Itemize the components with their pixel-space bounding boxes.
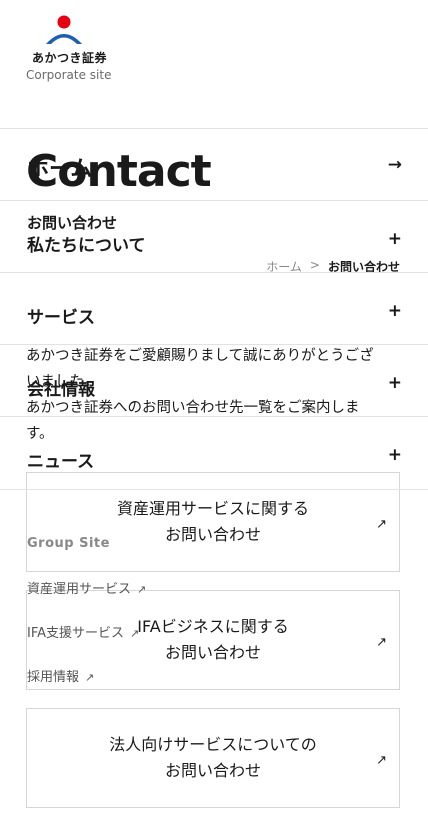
external-link-icon: ↗ [85,671,95,684]
menu-item-label: サービス [27,308,95,328]
group-link-asset-management[interactable]: 資産運用サービス ↗ [27,578,146,597]
card-subtitle: お問い合わせ [164,643,261,662]
card-title: 法人向けサービスについての [109,735,317,754]
menu-item-label: 私たちについて [27,236,146,256]
contact-card-corporate-services[interactable]: 法人向けサービスについての お問い合わせ ↗ [26,708,400,808]
card-subtitle: お問い合わせ [164,525,261,544]
external-arrow-icon: ↗ [376,517,387,532]
card-title: 資産運用サービスに関する [116,499,309,518]
menu-item-news[interactable]: ニュース + [0,416,428,488]
card-subtitle: お問い合わせ [164,761,261,780]
menu-item-label: ニュース [27,452,95,472]
menu-item-home[interactable]: ホーム → [0,128,428,200]
menu-item-about[interactable]: 私たちについて + [0,200,428,272]
group-link-ifa-support[interactable]: IFA支援サービス ↗ [27,622,139,641]
menu-item-label: 会社情報 [27,380,95,400]
plus-icon: + [387,373,402,393]
group-link-label: 資産運用サービス [27,582,132,597]
card-title: IFAビジネスに関する [137,617,289,636]
external-link-icon: ↗ [130,627,140,640]
external-arrow-icon: ↗ [376,753,387,768]
group-link-recruit[interactable]: 採用情報 ↗ [27,666,94,685]
plus-icon: + [387,445,402,465]
external-arrow-icon: ↗ [376,635,387,650]
menu-item-label: ホーム [27,157,93,182]
menu-item-company[interactable]: 会社情報 + [0,344,428,416]
external-link-icon: ↗ [137,583,147,596]
plus-icon: + [387,301,402,321]
plus-icon: + [387,229,402,249]
group-link-label: IFA支援サービス [27,626,125,641]
arrow-right-icon: → [387,155,402,175]
menu-item-services[interactable]: サービス + [0,272,428,344]
group-link-label: 採用情報 [27,670,80,685]
